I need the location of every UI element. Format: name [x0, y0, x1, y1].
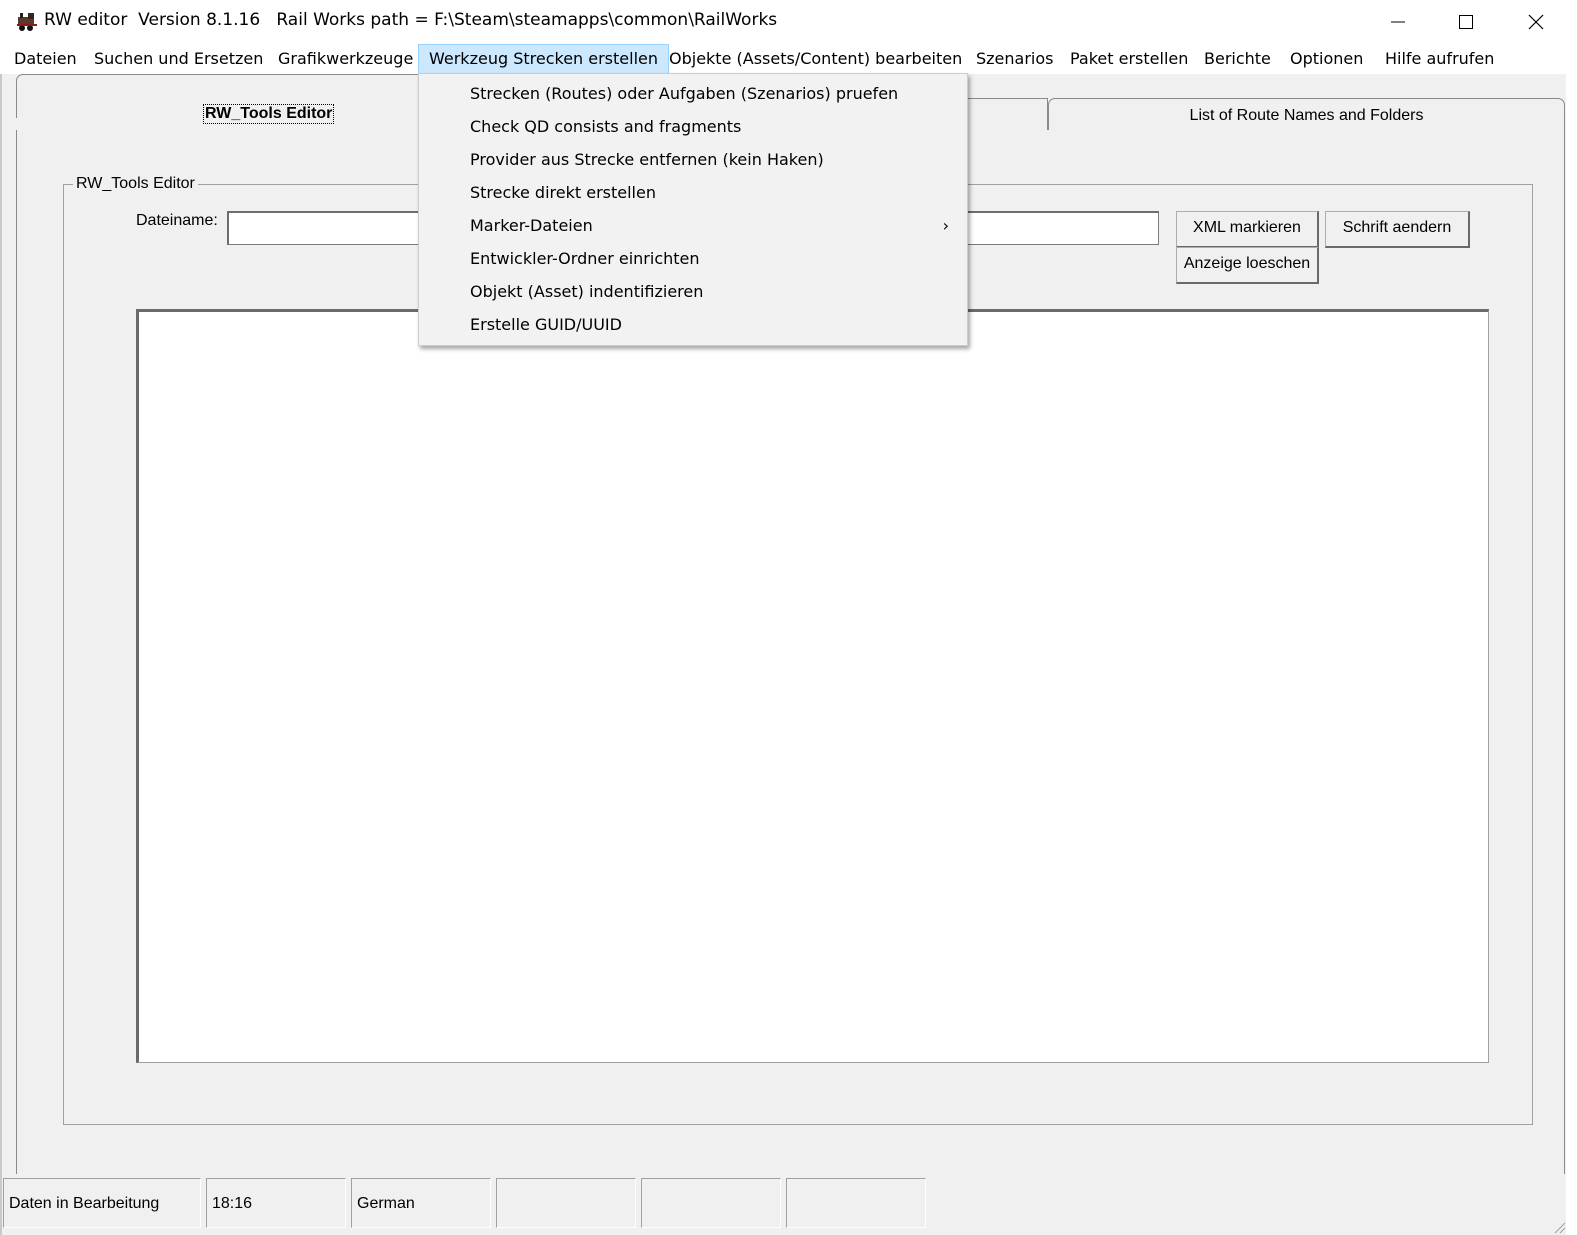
status-state: Daten in Bearbeitung: [3, 1178, 201, 1228]
dropdown-item-label: Marker-Dateien: [470, 216, 593, 235]
dropdown-item-provider-entfernen[interactable]: Provider aus Strecke entfernen (kein Hak…: [419, 143, 967, 176]
dropdown-item-entwickler-ordner[interactable]: Entwickler-Ordner einrichten: [419, 242, 967, 275]
minimize-button[interactable]: [1366, 0, 1430, 44]
menu-hilfe-aufrufen[interactable]: Hilfe aufrufen: [1375, 44, 1504, 74]
window-left-border: [0, 0, 2, 1235]
app-window: RW editor Version 8.1.16 Rail Works path…: [0, 0, 1577, 1235]
menu-grafikwerkzeuge[interactable]: Grafikwerkzeuge: [268, 44, 423, 74]
anzeige-loeschen-button[interactable]: Anzeige loeschen: [1176, 247, 1319, 284]
maximize-icon: [1459, 15, 1473, 29]
menu-bar: Dateien Suchen und Ersetzen Grafikwerkze…: [0, 44, 1566, 74]
dropdown-item-marker-dateien[interactable]: Marker-Dateien ›: [419, 209, 967, 242]
window-title: RW editor Version 8.1.16 Rail Works path…: [44, 10, 778, 30]
status-empty-2: [641, 1178, 781, 1228]
status-empty-1: [496, 1178, 636, 1228]
menu-objekte-bearbeiten[interactable]: Objekte (Assets/Content) bearbeiten: [659, 44, 972, 74]
schrift-aendern-button[interactable]: Schrift aendern: [1325, 211, 1470, 248]
menu-paket-erstellen[interactable]: Paket erstellen: [1060, 44, 1198, 74]
tab-rw-tools-editor[interactable]: RW_Tools Editor: [16, 74, 448, 124]
tab-rw-tools-editor-label: RW_Tools Editor: [202, 104, 335, 124]
tab-route-names-folders[interactable]: List of Route Names and Folders: [1048, 98, 1565, 130]
xml-markieren-button[interactable]: XML markieren: [1176, 211, 1319, 248]
editor-text-area[interactable]: [136, 309, 1489, 1063]
dropdown-item-label: Strecke direkt erstellen: [470, 183, 656, 202]
close-button[interactable]: [1504, 0, 1568, 44]
window-right-edge: [1566, 0, 1577, 1235]
groupbox-title: RW_Tools Editor: [73, 175, 198, 193]
status-language: German: [351, 1178, 491, 1228]
menu-berichte[interactable]: Berichte: [1194, 44, 1281, 74]
menu-szenarios[interactable]: Szenarios: [966, 44, 1064, 74]
minimize-icon: [1391, 21, 1405, 23]
dropdown-item-label: Erstelle GUID/UUID: [470, 315, 622, 334]
status-empty-3: [786, 1178, 926, 1228]
locomotive-icon: [16, 10, 38, 32]
menu-dateien[interactable]: Dateien: [4, 44, 87, 74]
dropdown-item-label: Check QD consists and fragments: [470, 117, 742, 136]
tab-hidden[interactable]: [964, 98, 1048, 130]
title-bar: RW editor Version 8.1.16 Rail Works path…: [0, 0, 1566, 44]
werkzeug-strecken-dropdown: Strecken (Routes) oder Aufgaben (Szenari…: [418, 73, 968, 346]
dropdown-item-guid-uuid[interactable]: Erstelle GUID/UUID: [419, 308, 967, 341]
resize-grip-icon[interactable]: [1550, 1218, 1566, 1234]
dropdown-item-label: Objekt (Asset) indentifizieren: [470, 282, 704, 301]
dropdown-item-check-qd[interactable]: Check QD consists and fragments: [419, 110, 967, 143]
dropdown-item-objekt-identifizieren[interactable]: Objekt (Asset) indentifizieren: [419, 275, 967, 308]
dropdown-item-label: Entwickler-Ordner einrichten: [470, 249, 700, 268]
maximize-button[interactable]: [1434, 0, 1498, 44]
status-time: 18:16: [206, 1178, 346, 1228]
menu-werkzeug-strecken[interactable]: Werkzeug Strecken erstellen: [418, 44, 670, 74]
dropdown-item-strecke-erstellen[interactable]: Strecke direkt erstellen: [419, 176, 967, 209]
dropdown-item-strecken-pruefen[interactable]: Strecken (Routes) oder Aufgaben (Szenari…: [419, 77, 967, 110]
filename-label: Dateiname:: [136, 212, 218, 229]
chevron-right-icon: ›: [942, 216, 949, 235]
menu-suchen-ersetzen[interactable]: Suchen und Ersetzen: [84, 44, 273, 74]
menu-optionen[interactable]: Optionen: [1280, 44, 1373, 74]
dropdown-item-label: Provider aus Strecke entfernen (kein Hak…: [470, 150, 824, 169]
close-icon: [1528, 14, 1544, 30]
dropdown-item-label: Strecken (Routes) oder Aufgaben (Szenari…: [470, 84, 899, 103]
